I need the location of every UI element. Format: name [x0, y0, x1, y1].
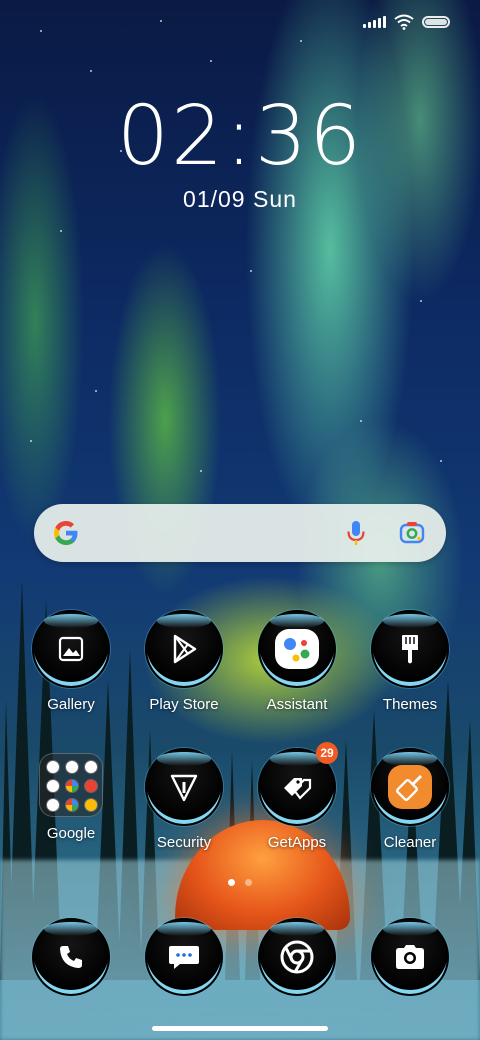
- home-indicator[interactable]: [152, 1026, 328, 1031]
- google-search-bar[interactable]: [34, 504, 446, 562]
- app-themes[interactable]: Themes: [354, 610, 466, 713]
- app-label: Gallery: [47, 696, 95, 713]
- app-gallery[interactable]: Gallery: [15, 610, 127, 713]
- date-text: 01/09: [183, 186, 246, 212]
- notification-badge: 29: [316, 742, 338, 764]
- shield-icon: [145, 748, 223, 826]
- assistant-icon: [258, 610, 336, 688]
- battery-icon: [422, 16, 450, 28]
- app-label: Google: [46, 825, 96, 842]
- getapps-icon: 29: [258, 742, 338, 826]
- app-security[interactable]: Security: [128, 748, 240, 851]
- gallery-icon: [32, 610, 110, 688]
- google-lens-icon[interactable]: [398, 519, 426, 547]
- page-dot-2[interactable]: [245, 879, 252, 886]
- page-indicator: [0, 879, 480, 886]
- app-label: Cleaner: [383, 834, 437, 851]
- status-bar: [363, 14, 450, 30]
- play-store-icon: [145, 610, 223, 688]
- app-label: Assistant: [266, 696, 328, 713]
- messages-icon: [145, 918, 223, 996]
- chrome-icon: [258, 918, 336, 996]
- google-logo-icon: [54, 521, 78, 545]
- phone-icon: [32, 918, 110, 996]
- app-assistant[interactable]: Assistant: [241, 610, 353, 713]
- dock-camera[interactable]: [354, 918, 466, 996]
- app-cleaner[interactable]: Cleaner: [354, 748, 466, 851]
- clock-time[interactable]: 02:36: [0, 92, 480, 182]
- dock-messages[interactable]: [128, 918, 240, 996]
- app-folder-google[interactable]: Google: [15, 748, 127, 842]
- paintbrush-icon: [371, 610, 449, 688]
- page-dot-1[interactable]: [228, 879, 235, 886]
- microphone-icon[interactable]: [346, 519, 366, 547]
- dock-chrome[interactable]: [241, 918, 353, 996]
- folder-icon: [39, 753, 103, 817]
- app-label: GetApps: [267, 834, 327, 851]
- app-label: Themes: [382, 696, 438, 713]
- day-text: Sun: [253, 186, 297, 212]
- wifi-icon: [394, 14, 414, 30]
- app-play-store[interactable]: Play Store: [128, 610, 240, 713]
- app-label: Security: [156, 834, 212, 851]
- app-getapps[interactable]: 29 GetApps: [241, 742, 353, 851]
- camera-icon: [371, 918, 449, 996]
- broom-icon: [371, 748, 449, 826]
- clock-date: 01/09 Sun: [0, 186, 480, 213]
- dock-phone[interactable]: [15, 918, 127, 996]
- app-label: Play Store: [149, 696, 219, 713]
- signal-icon: [363, 16, 386, 28]
